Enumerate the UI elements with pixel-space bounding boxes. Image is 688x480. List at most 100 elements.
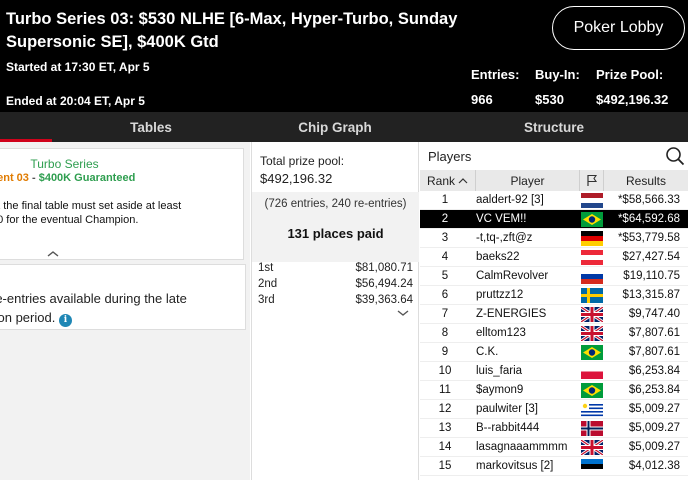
collapse-caret-icon[interactable] [45,249,61,259]
player-rank: 2 [441,213,449,225]
prize-pool-value: $492,196.32 [596,92,669,107]
player-name: B--rabbit444 [476,422,540,434]
player-row[interactable]: 5 CalmRevolver $19,110.75 [420,267,688,286]
player-row[interactable]: 8 elltom123 $7,807.61 [420,324,688,343]
rank-column-label: Rank [426,173,455,188]
player-name: luis_faria [476,365,523,377]
player-row[interactable]: 2 VC VEM!! *$64,592.68 [420,210,688,229]
player-name: C.K. [476,346,499,358]
player-row[interactable]: 13 B--rabbit444 $5,009.27 [420,419,688,438]
player-name: markovitsus [2] [476,460,554,472]
player-column-header[interactable]: Player [476,170,580,191]
player-result: *$53,779.58 [617,232,680,244]
results-column-label: Results [625,173,666,188]
tab-structure[interactable]: Structure [420,112,688,142]
tab-chip-graph[interactable]: Chip Graph [251,112,419,142]
player-row[interactable]: 4 baeks22 $27,427.54 [420,248,688,267]
entries-value: 966 [471,92,493,107]
player-row[interactable]: 14 lasagnaaammmm $5,009.27 [420,438,688,457]
player-rank: 10 [438,365,452,377]
player-result: $5,009.27 [628,422,680,434]
country-flag-icon [581,193,603,208]
player-name: $aymon9 [476,384,524,396]
series-name: Turbo Series [30,157,99,171]
country-flag-icon [581,383,603,398]
payout-amount: $56,494.24 [355,278,413,290]
country-flag-icon [581,307,603,322]
player-row[interactable]: 15 markovitsus [2] $4,012.38 [420,457,688,476]
tournament-info-panel: Turbo Series vent 03 - $400K Guaranteed … [0,142,250,480]
player-row[interactable]: 6 pruttzz12 $13,315.87 [420,286,688,305]
player-result: $27,427.54 [622,251,680,263]
tab-bar: Tables Chip Graph Structure [0,112,688,142]
player-row[interactable]: 10 luis_faria $6,253.84 [420,362,688,381]
reentry-info-card: re-entries available during the late tio… [0,264,246,330]
tournament-title: Turbo Series 03: $530 NLHE [6-Max, Hyper… [6,10,458,51]
country-flag-icon [581,459,603,474]
player-rank: 12 [438,403,452,415]
prize-pool-label: Prize Pool: [596,67,664,82]
payout-row: 2nd $56,494.24 [252,278,419,293]
final-table-note-line2: 00 for the eventual Champion. [0,214,139,226]
event-guarantee: $400K Guaranteed [38,172,136,184]
end-time: Ended at 20:04 ET, Apr 5 [6,94,145,108]
payout-amount: $81,080.71 [355,262,413,274]
event-separator: - [28,172,39,184]
results-column-header[interactable]: Results [604,170,688,191]
player-name: elltom123 [476,327,526,339]
info-icon[interactable]: i [58,314,72,327]
reentry-note-line1: re-entries available during the late [0,291,187,306]
tab-tables[interactable]: Tables [52,112,250,142]
player-name: pruttzz12 [476,289,524,301]
buyin-label: Buy-In: [535,67,580,82]
poker-lobby-button[interactable]: Poker Lobby [552,6,685,50]
tournament-info-card: Turbo Series vent 03 - $400K Guaranteed … [0,148,244,260]
country-flag-icon [581,231,603,246]
reentry-note-line2-text: tion period. [0,310,56,325]
player-rank: 1 [441,194,449,206]
entries-label: Entries: [471,67,520,82]
player-rank: 5 [441,270,449,282]
flag-icon [586,174,597,186]
country-flag-icon [581,269,603,284]
flag-column-header[interactable] [580,170,604,191]
country-flag-icon [581,212,603,227]
tournament-header: Turbo Series 03: $530 NLHE [6-Max, Hyper… [0,0,688,112]
player-row[interactable]: 7 Z-ENERGIES $9,747.40 [420,305,688,324]
country-flag-icon [581,421,603,436]
buyin-value: $530 [535,92,564,107]
player-result: *$58,566.33 [617,194,680,206]
player-name: CalmRevolver [476,270,549,282]
payout-row: 1st $81,080.71 [252,262,419,277]
event-number: vent 03 [0,172,29,184]
country-flag-icon [581,250,603,265]
rank-column-header[interactable]: Rank [420,170,476,191]
player-row[interactable]: 9 C.K. $7,807.61 [420,343,688,362]
country-flag-icon [581,440,603,455]
start-time: Started at 17:30 ET, Apr 5 [6,60,150,74]
player-rank: 6 [441,289,449,301]
player-result: $9,747.40 [628,308,680,320]
player-rank: 4 [441,251,449,263]
player-column-label: Player [510,173,545,188]
event-subtitle: vent 03 - $400K Guaranteed [0,172,211,184]
player-row[interactable]: 11 $aymon9 $6,253.84 [420,381,688,400]
player-name: VC VEM!! [476,213,527,225]
places-paid: 131 places paid [287,226,384,241]
player-row[interactable]: 1 aaldert-92 [3] *$58,566.33 [420,191,688,210]
country-flag-icon [581,402,603,417]
player-result: $5,009.27 [628,403,680,415]
players-header: Players [420,142,688,170]
player-row[interactable]: 3 -t,tq-,zft@z *$53,779.58 [420,229,688,248]
prize-panel: Total prize pool: $492,196.32 (726 entri… [251,142,419,480]
total-prize-pool-value: $492,196.32 [260,171,333,186]
player-row[interactable]: 12 paulwiter [3] $5,009.27 [420,400,688,419]
search-icon[interactable] [665,146,685,166]
reentry-note-line2: tion period. i [0,308,241,327]
players-panel: Players Rank Player Results 1 aaldert-92 … [420,142,688,480]
player-name: aaldert-92 [3] [476,194,544,206]
entries-breakdown: (726 entries, 240 re-entries) [264,198,407,210]
expand-payouts-icon[interactable] [396,308,410,318]
country-flag-icon [581,288,603,303]
player-rank: 14 [438,441,452,453]
